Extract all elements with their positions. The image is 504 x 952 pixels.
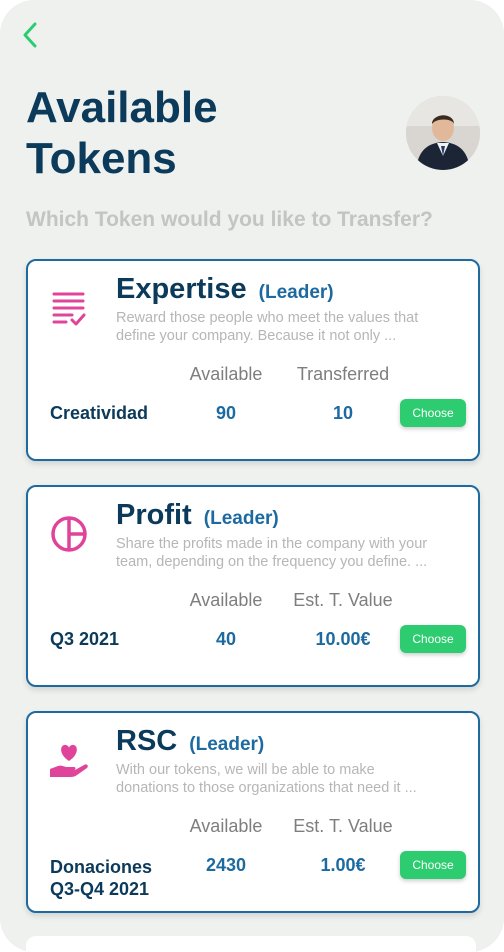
description-line2: donations to those organizations that ne… [116, 780, 417, 796]
page-title-line2: Tokens [26, 134, 177, 183]
available-value: 2430 [205, 855, 247, 875]
transferred-value: 10 [332, 403, 354, 423]
column-header-available: Available [189, 364, 263, 384]
est-value: 1.00€ [320, 855, 366, 875]
token-card-profit[interactable]: Profit (Leader) Share the profits made i… [26, 485, 480, 687]
est-value: 10.00€ [315, 629, 371, 649]
heart-hand-icon [50, 744, 88, 777]
column-header-est-value: Est. T. Value [293, 816, 393, 836]
token-name: Profit [116, 499, 192, 531]
token-card-rsc[interactable]: RSC (Leader) With our tokens, we will be… [26, 711, 480, 913]
next-card-peek [26, 936, 476, 952]
available-value: 90 [215, 403, 237, 423]
page-title-line1: Available [26, 83, 218, 132]
token-role: (Leader) [189, 734, 265, 755]
app-screen: Available Tokens Which Token would you l… [0, 0, 504, 952]
column-header-available: Available [189, 816, 263, 836]
token-description: Reward those people who meet the values … [116, 309, 466, 345]
column-header-est-value: Est. T. Value [293, 590, 393, 610]
card-title: RSC (Leader) [116, 725, 264, 758]
pie-chart-icon [51, 516, 87, 552]
description-line1: With our tokens, we will be able to make [116, 762, 375, 778]
avatar-photo [406, 96, 480, 170]
description-line1: Reward those people who meet the values … [116, 310, 419, 326]
description-line2: team, depending on the frequency you def… [116, 554, 428, 570]
token-role: (Leader) [203, 508, 279, 529]
column-header-transferred: Transferred [296, 364, 390, 384]
token-description: With our tokens, we will be able to make… [116, 761, 466, 797]
column-header-available: Available [189, 590, 263, 610]
choose-button[interactable]: Choose [400, 399, 466, 427]
period-label-line1: Donaciones [50, 857, 153, 877]
back-button[interactable] [16, 18, 44, 52]
token-period-label: Creatividad [50, 403, 149, 423]
token-description: Share the profits made in the company wi… [116, 535, 466, 571]
checklist-icon [52, 292, 86, 326]
description-line2: define your company. Because it not only… [116, 328, 397, 344]
token-period-label: Donaciones Q3-Q4 2021 [50, 856, 152, 900]
page-title: Available Tokens [26, 82, 218, 184]
card-title: Expertise (Leader) [116, 273, 334, 306]
token-role: (Leader) [258, 282, 334, 303]
description-line1: Share the profits made in the company wi… [116, 536, 428, 552]
token-period-label: Q3 2021 [50, 629, 120, 649]
card-title: Profit (Leader) [116, 499, 279, 532]
chevron-left-icon [23, 22, 37, 48]
token-name: Expertise [116, 273, 247, 305]
period-label-line2: Q3-Q4 2021 [50, 879, 150, 899]
avatar[interactable] [406, 96, 480, 170]
available-value: 40 [215, 629, 237, 649]
token-name: RSC [116, 725, 178, 757]
transfer-prompt: Which Token would you like to Transfer? [26, 208, 433, 231]
choose-button[interactable]: Choose [400, 625, 466, 653]
token-card-expertise[interactable]: Expertise (Leader) Reward those people w… [26, 259, 480, 461]
choose-button[interactable]: Choose [400, 851, 466, 879]
